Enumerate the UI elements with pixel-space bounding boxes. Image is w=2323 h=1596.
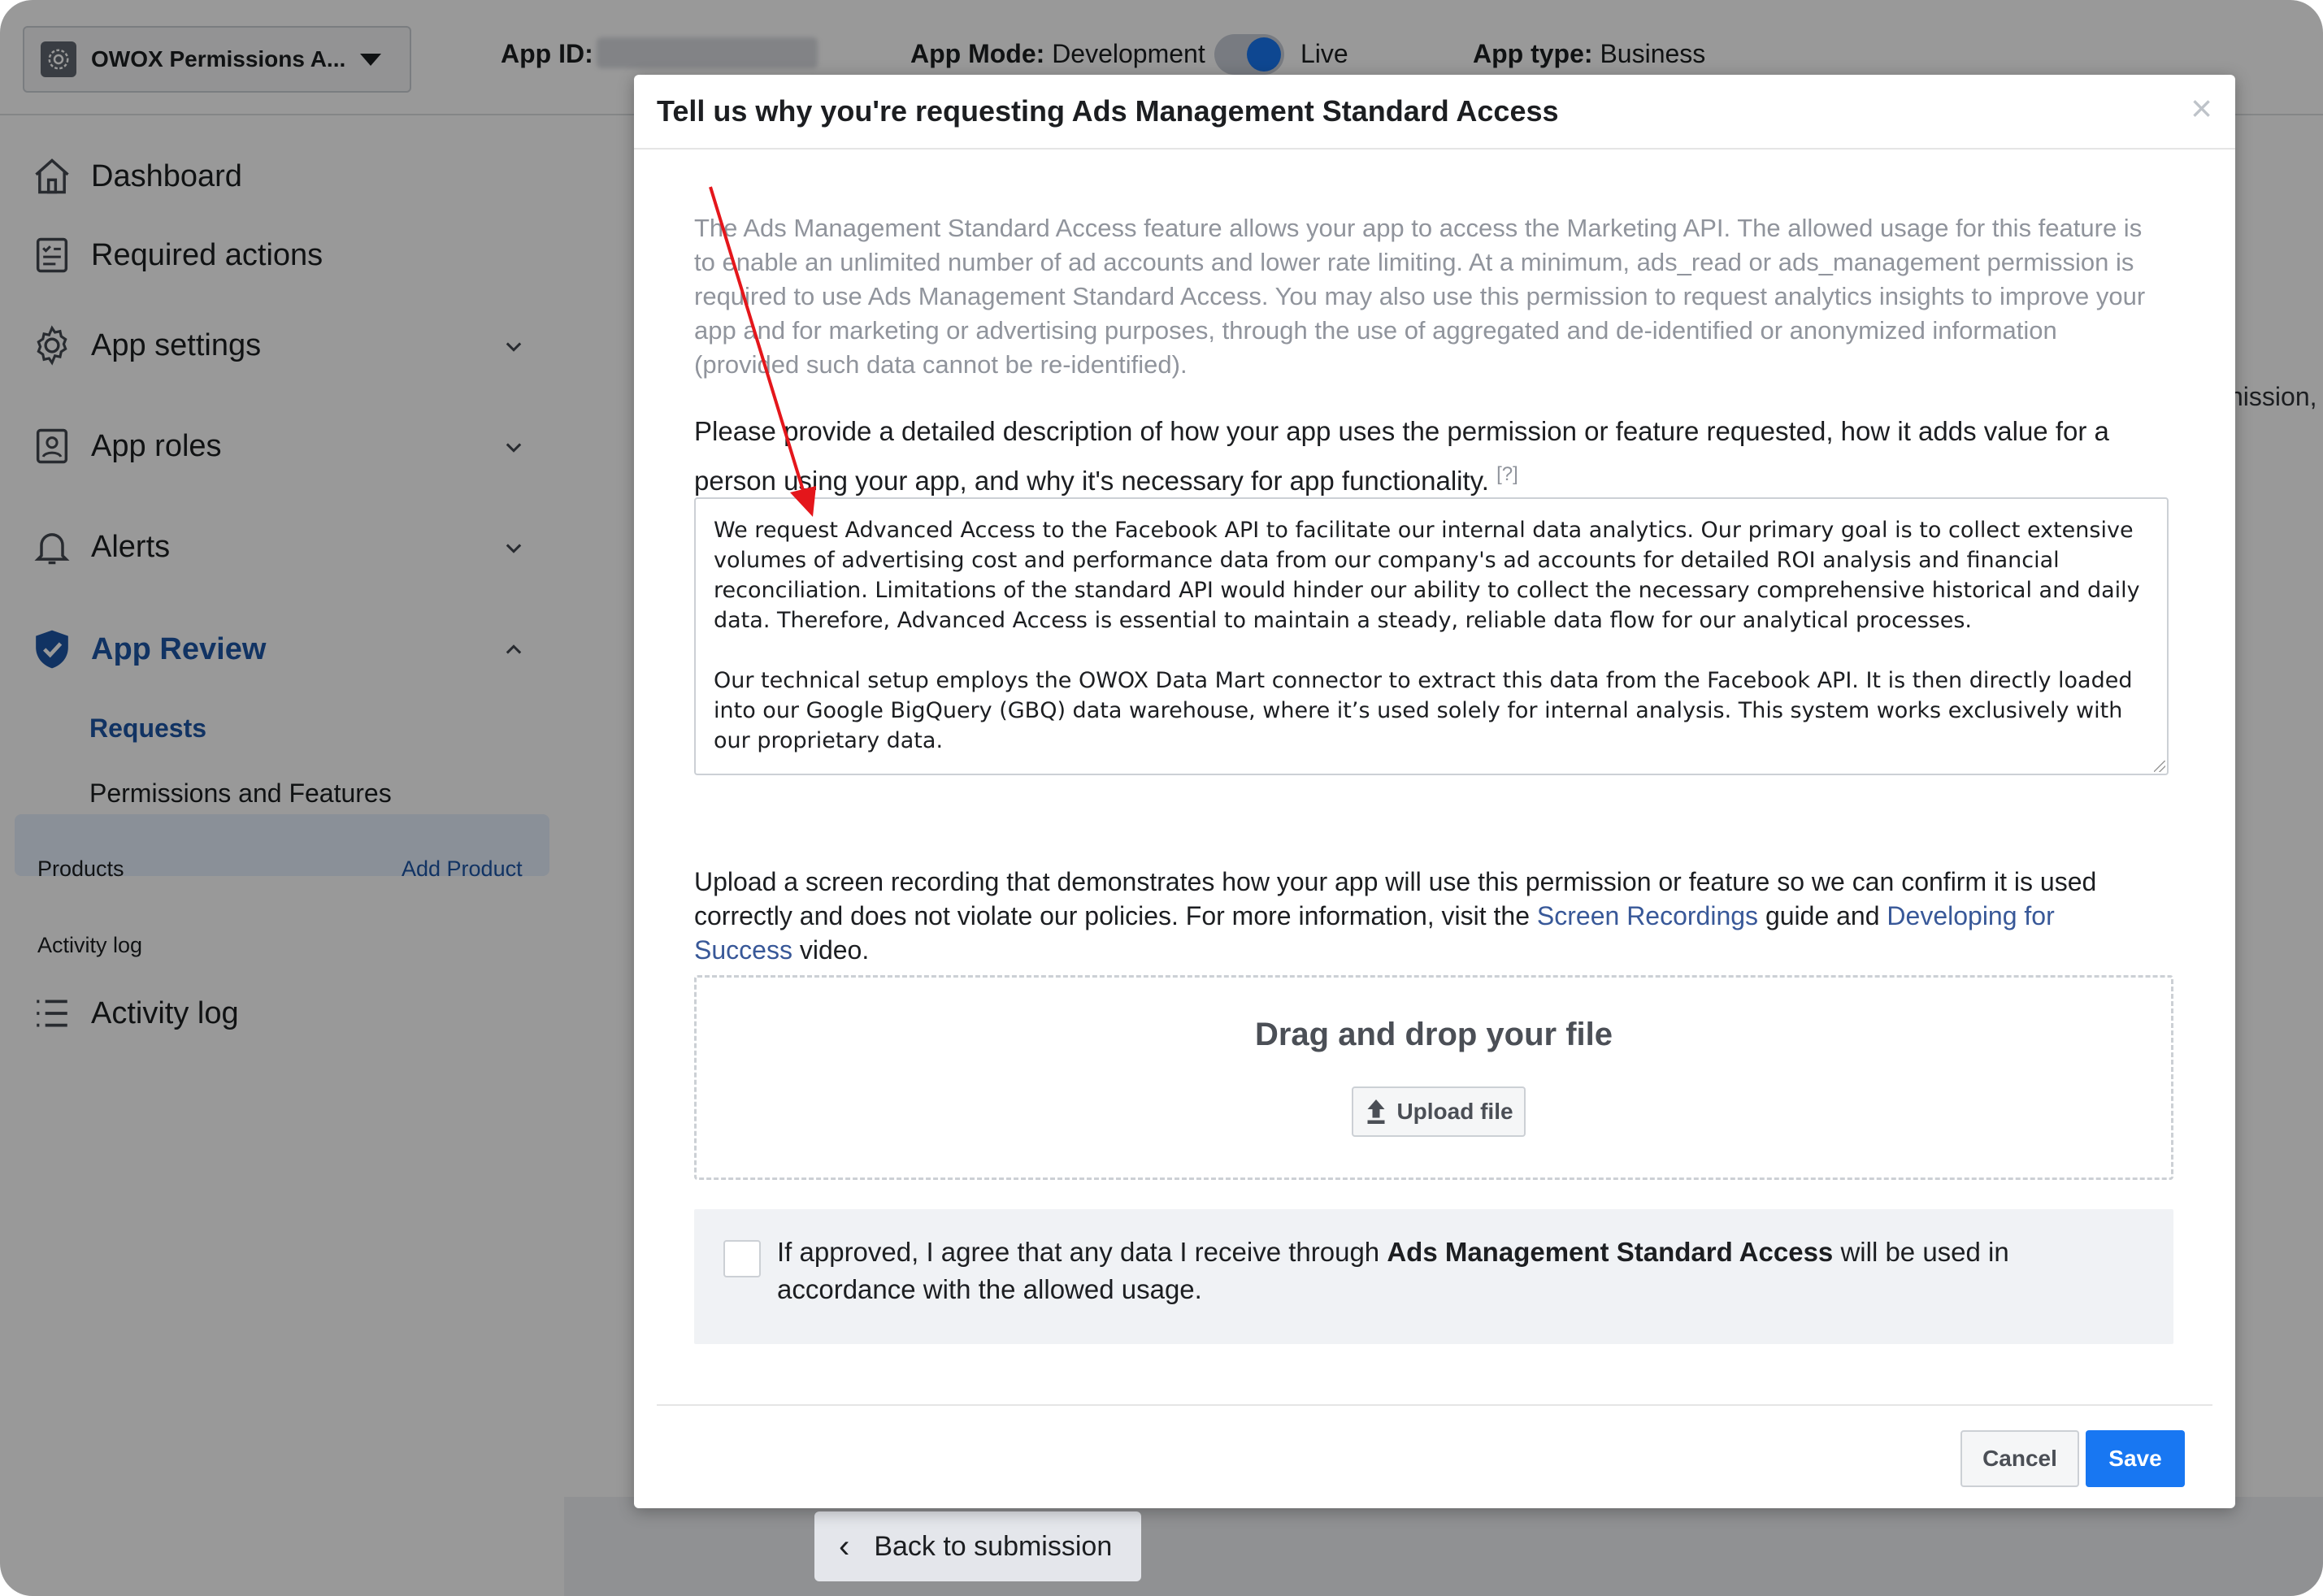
agree-prefix: If approved, I agree that any data I rec… bbox=[777, 1237, 1387, 1267]
usage-prompt: Please provide a detailed description of… bbox=[694, 410, 2182, 502]
background-ghost-text: nission, bbox=[2229, 382, 2317, 411]
agreement-checkbox[interactable] bbox=[723, 1240, 761, 1277]
cancel-button[interactable]: Cancel bbox=[1960, 1430, 2079, 1487]
upload-text-2: guide and bbox=[1758, 901, 1887, 930]
upload-file-button[interactable]: Upload file bbox=[1352, 1086, 1526, 1137]
back-to-submission-label: Back to submission bbox=[874, 1530, 1113, 1562]
upload-icon bbox=[1367, 1099, 1385, 1124]
save-button[interactable]: Save bbox=[2086, 1430, 2185, 1487]
file-dropzone[interactable]: Drag and drop your file Upload file bbox=[694, 975, 2173, 1180]
upload-text-3: video. bbox=[792, 935, 870, 965]
agreement-panel: If approved, I agree that any data I rec… bbox=[694, 1209, 2173, 1344]
agree-bold: Ads Management Standard Access bbox=[1387, 1237, 1834, 1267]
screen-recordings-link[interactable]: Screen Recordings bbox=[1537, 901, 1758, 930]
permission-request-modal: Tell us why you're requesting Ads Manage… bbox=[634, 75, 2235, 1508]
usage-prompt-text: Please provide a detailed description of… bbox=[694, 416, 2109, 496]
feature-description: The Ads Management Standard Access featu… bbox=[694, 214, 2146, 379]
screen-recording-instructions: Upload a screen recording that demonstra… bbox=[694, 865, 2157, 967]
usage-description-textarea[interactable]: We request Advanced Access to the Facebo… bbox=[694, 497, 2169, 775]
modal-header: Tell us why you're requesting Ads Manage… bbox=[634, 75, 2235, 150]
agreement-text: If approved, I agree that any data I rec… bbox=[777, 1234, 2143, 1308]
chevron-left-icon: ‹ bbox=[839, 1528, 850, 1564]
dropzone-title: Drag and drop your file bbox=[1254, 1017, 1613, 1052]
footer-divider bbox=[657, 1404, 2212, 1406]
back-to-submission-button[interactable]: ‹ Back to submission bbox=[814, 1511, 1141, 1581]
help-link[interactable]: [?] bbox=[1496, 463, 1518, 485]
upload-file-label: Upload file bbox=[1396, 1099, 1513, 1124]
modal-title: Tell us why you're requesting Ads Manage… bbox=[657, 94, 1559, 128]
close-icon[interactable]: × bbox=[2191, 89, 2212, 127]
